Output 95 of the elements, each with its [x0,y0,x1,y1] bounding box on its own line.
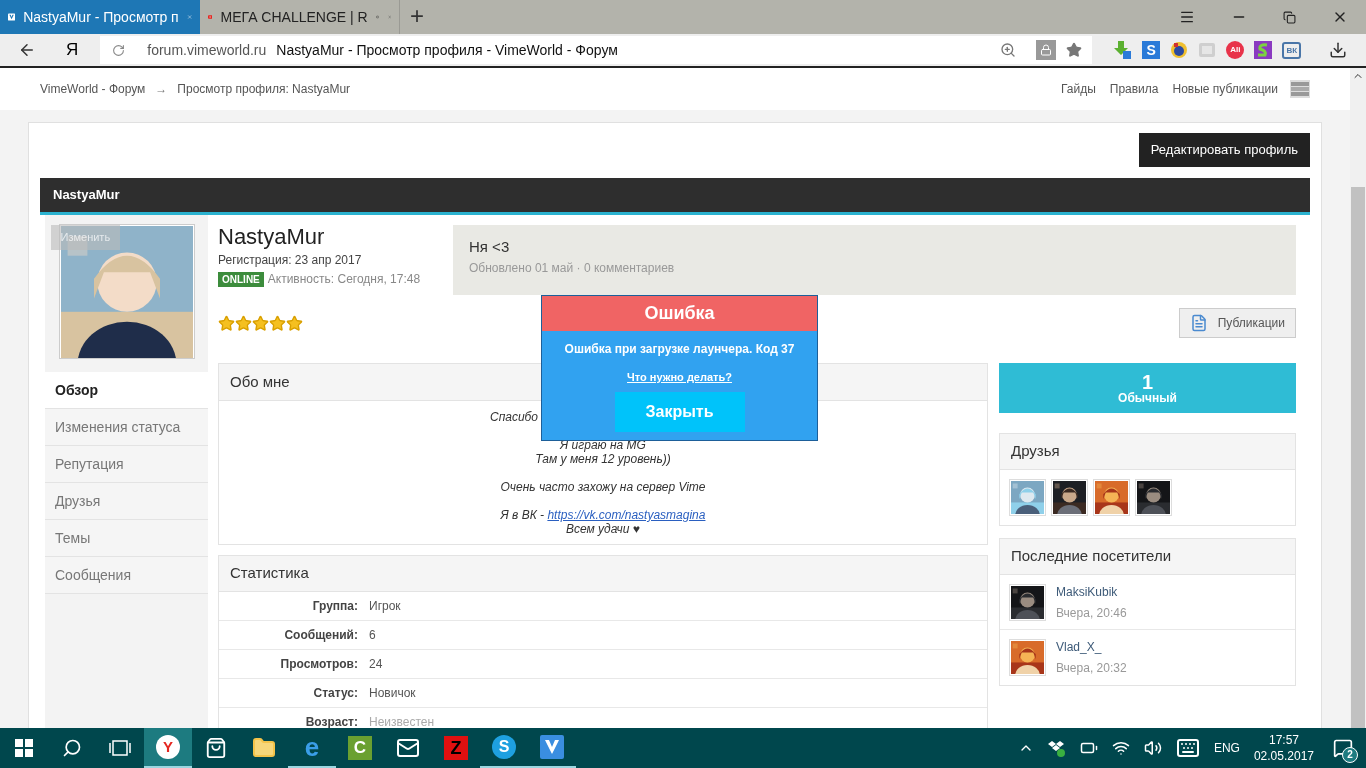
visitor-name[interactable]: Vlad_X_ [1056,638,1127,656]
panel-title: Друзья [1000,434,1295,470]
status-text: Ня <3 [469,237,511,257]
new-tab-button[interactable]: + [400,0,434,34]
address-host: forum.vimeworld.ru [147,40,267,60]
stat-label: Группа: [311,598,358,615]
scrollbar[interactable] [1350,68,1366,728]
menu-icon[interactable] [1179,9,1195,25]
scrollbar-thumb[interactable] [1351,187,1365,728]
stat-label: Просмотров: [279,656,358,673]
task-view-icon [109,740,131,756]
breadcrumb-link[interactable]: Просмотр профиля: NastyaMur [177,80,351,98]
visitor-name[interactable]: MaksiKubik [1056,582,1127,601]
taskbar-button[interactable]: C [336,728,384,768]
notification-count: 2 [1342,747,1358,763]
keyboard-icon[interactable] [1175,736,1200,760]
panel-title: Последние посетители [1000,539,1295,575]
about-line: Очень часто захожу на сервер Vime [500,480,706,494]
nav-link[interactable]: Новые публикации [1172,80,1278,98]
clock[interactable]: 17:57 02.05.2017 [1253,732,1314,764]
app-icon: Z [444,736,468,760]
dropbox-icon[interactable] [1047,739,1066,757]
extension-icon[interactable]: ВК [1282,41,1302,59]
snake-icon[interactable] [1254,41,1273,59]
windows-icon [15,739,33,757]
online-badge: ONLINE [218,271,264,287]
app-icon: C [348,736,372,760]
publications-button[interactable]: Публикации [1178,308,1296,338]
tab-title: NastyaMur - Просмотр п [23,7,179,27]
stat-label: Статус: [312,685,358,702]
chat-icon: S [492,735,516,759]
edit-profile-button[interactable]: Редактировать профиль [1138,133,1310,167]
volume-icon[interactable] [1143,739,1162,757]
rating-star-icon [286,314,303,332]
page-title: NastyaMur - Просмотр профиля - VimeWorld - Форум [276,40,618,60]
stat-value: Неизвестен [369,714,435,728]
dialog-title: Ошибка [542,296,817,331]
visit-time: Вчера, 20:46 [1056,604,1127,622]
star-icon[interactable] [1066,42,1083,58]
extension-icon[interactable]: Ali [1226,41,1245,59]
profile-name: NastyaMur [218,225,326,249]
taskbar-button[interactable]: e [288,728,336,768]
language-indicator[interactable]: ENG [1213,739,1240,757]
download-icon[interactable] [1329,41,1348,59]
tab-title: МЕГА CHALLENGE | R [220,7,368,27]
rank-label: Обычный [1118,391,1177,405]
folder-icon [252,736,276,760]
address-field[interactable]: forum.vimeworld.ru NastyaMur - Просмотр профиля - VimeWorld - Форум [100,36,1093,64]
nav-link[interactable]: Правила [1109,80,1159,98]
taskbar-button[interactable]: Z [432,728,480,768]
rating-star-icon [235,314,252,332]
profile-link[interactable]: https://vk.com/nastyasmagina [547,508,706,522]
taskbar-button[interactable]: Y [144,728,192,768]
stat-value: 6 [369,627,376,644]
zoom-icon[interactable] [1000,42,1017,58]
about-line: Всем удачи ♥ [566,522,640,536]
browser-tab[interactable]: NastyaMur - Просмотр п [0,0,200,34]
lock-icon[interactable] [1036,40,1057,60]
document-icon [1189,314,1208,332]
wifi-icon[interactable] [1111,739,1130,757]
error-message: Ошибка при загрузке лаунчера. Код 37 [564,341,795,358]
profile-header: NastyaMur [40,178,1310,215]
status-meta: Обновлено 01 май · 0 комментариев [469,259,676,277]
extension-icon[interactable]: S [1142,41,1161,59]
search-icon [62,738,82,758]
breadcrumb-separator: → [155,81,168,98]
stat-value: 24 [369,656,383,673]
rating-star-icon [218,314,235,332]
registration-date: Регистрация: 23 апр 2017 [218,252,363,269]
rating-star-icon [252,314,269,332]
edge-icon: e [304,735,320,759]
rating-star-icon [269,314,286,332]
shield-icon [540,735,564,759]
reload-icon[interactable] [112,43,126,57]
restore-icon[interactable] [1283,10,1296,24]
nav-link[interactable]: Гайды [1060,80,1096,98]
profile-nav-item[interactable]: Обзор [45,372,208,409]
back-icon[interactable] [18,41,36,59]
stat-label: Возраст: [304,714,358,728]
panel-title: Статистика [219,556,987,592]
stat-value: Игрок [369,598,401,615]
bag-icon [205,737,227,759]
breadcrumb-link[interactable]: VimeWorld - Форум [40,80,146,98]
visit-time: Вчера, 20:32 [1056,660,1127,677]
last-activity: Активность: Сегодня, 17:48 [267,271,421,288]
stat-label: Сообщений: [283,627,358,644]
stat-value: Новичок [369,685,416,702]
browser-icon: Y [156,735,180,759]
notifications-icon[interactable] [1333,738,1353,758]
home-logo[interactable]: Я [66,37,79,63]
rank-number: 1 [1141,371,1154,392]
about-line: Спасибо [489,410,538,424]
about-line: Там у меня 12 уровень)) [535,452,671,466]
mail-icon [396,736,420,760]
about-line: Я в ВК - https://vk.com/nastyasmagina [500,508,706,522]
